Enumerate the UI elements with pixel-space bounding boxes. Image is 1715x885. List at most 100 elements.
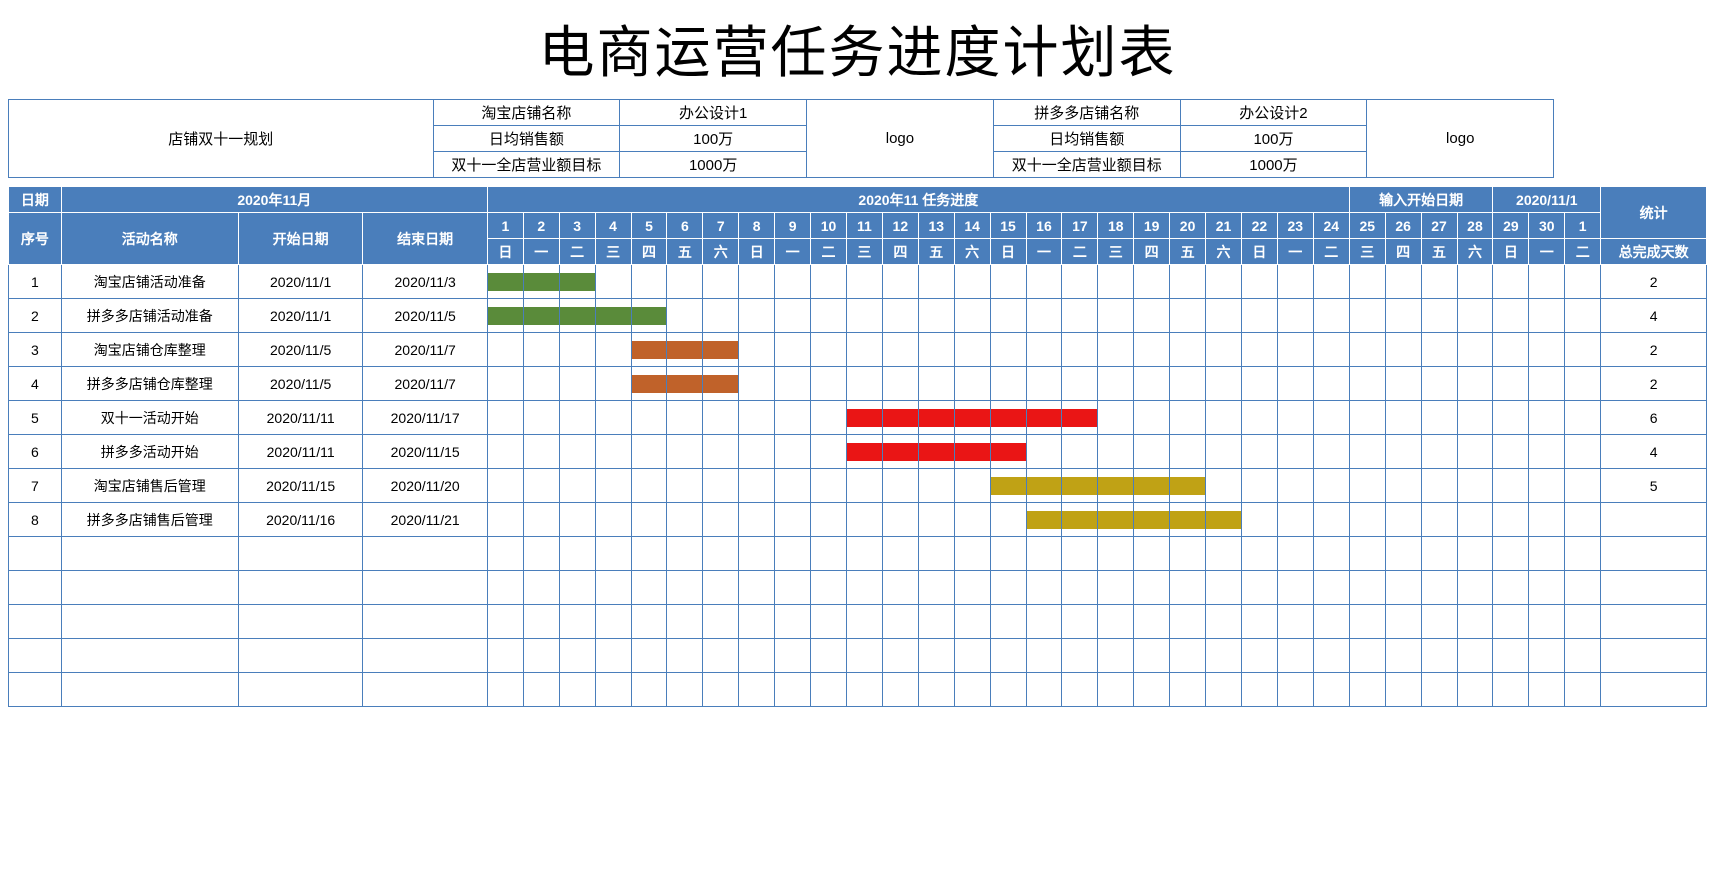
gantt-cell bbox=[523, 367, 559, 401]
task-start: 2020/11/16 bbox=[238, 503, 363, 537]
gantt-cell bbox=[1170, 333, 1206, 367]
gantt-cell bbox=[1349, 265, 1385, 299]
gantt-cell bbox=[667, 299, 703, 333]
start-date-value[interactable]: 2020/11/1 bbox=[1493, 187, 1601, 213]
gantt-cell bbox=[1062, 401, 1098, 435]
gantt-cell bbox=[1565, 639, 1601, 673]
gantt-cell bbox=[1457, 537, 1493, 571]
gantt-cell bbox=[1529, 299, 1565, 333]
gantt-cell bbox=[1349, 469, 1385, 503]
task-days bbox=[1601, 537, 1707, 571]
gantt-cell bbox=[631, 367, 667, 401]
gantt-cell bbox=[703, 503, 739, 537]
gantt-cell bbox=[846, 401, 882, 435]
gantt-cell bbox=[882, 605, 918, 639]
gantt-cell bbox=[1062, 299, 1098, 333]
gantt-cell bbox=[918, 401, 954, 435]
gantt-cell bbox=[487, 367, 523, 401]
gantt-cell bbox=[1313, 673, 1349, 707]
gantt-cell bbox=[811, 571, 847, 605]
gantt-cell bbox=[595, 367, 631, 401]
task-name: 拼多多店铺活动准备 bbox=[61, 299, 238, 333]
gantt-cell bbox=[487, 673, 523, 707]
gantt-cell bbox=[1457, 673, 1493, 707]
gantt-bar bbox=[632, 341, 667, 359]
gantt-cell bbox=[667, 537, 703, 571]
gantt-cell bbox=[1170, 639, 1206, 673]
task-start bbox=[238, 639, 363, 673]
task-end: 2020/11/17 bbox=[363, 401, 488, 435]
gantt-cell bbox=[667, 503, 703, 537]
date-header: 日期 bbox=[9, 187, 62, 213]
day-num-header: 5 bbox=[631, 213, 667, 239]
day-num-header: 27 bbox=[1421, 213, 1457, 239]
gantt-cell bbox=[1098, 265, 1134, 299]
task-seq: 5 bbox=[9, 401, 62, 435]
shop1-avg-label: 日均销售额 bbox=[433, 126, 620, 152]
day-num-header: 26 bbox=[1385, 213, 1421, 239]
gantt-cell bbox=[739, 265, 775, 299]
gantt-cell bbox=[1098, 537, 1134, 571]
gantt-bar bbox=[1206, 511, 1241, 529]
gantt-cell bbox=[1098, 299, 1134, 333]
gantt-cell bbox=[1134, 333, 1170, 367]
gantt-cell bbox=[1313, 537, 1349, 571]
gantt-cell bbox=[1241, 537, 1277, 571]
gantt-cell bbox=[1493, 605, 1529, 639]
gantt-cell bbox=[1529, 639, 1565, 673]
gantt-cell bbox=[1493, 265, 1529, 299]
gantt-cell bbox=[1493, 571, 1529, 605]
gantt-cell bbox=[523, 537, 559, 571]
weekday-header: 三 bbox=[1349, 239, 1385, 265]
gantt-cell bbox=[703, 333, 739, 367]
day-num-header: 23 bbox=[1277, 213, 1313, 239]
gantt-cell bbox=[1457, 367, 1493, 401]
gantt-cell bbox=[1241, 469, 1277, 503]
gantt-bar bbox=[1027, 477, 1062, 495]
gantt-cell bbox=[1421, 537, 1457, 571]
gantt-cell bbox=[775, 571, 811, 605]
gantt-cell bbox=[990, 333, 1026, 367]
gantt-cell bbox=[1385, 367, 1421, 401]
task-end bbox=[363, 605, 488, 639]
task-name: 淘宝店铺活动准备 bbox=[61, 265, 238, 299]
gantt-cell bbox=[1565, 401, 1601, 435]
weekday-header: 四 bbox=[1134, 239, 1170, 265]
gantt-cell bbox=[918, 605, 954, 639]
gantt-bar bbox=[883, 443, 918, 461]
gantt-cell bbox=[523, 605, 559, 639]
day-num-header: 1 bbox=[1565, 213, 1601, 239]
gantt-cell bbox=[1493, 673, 1529, 707]
gantt-cell bbox=[1457, 605, 1493, 639]
gantt-cell bbox=[703, 469, 739, 503]
gantt-cell bbox=[1134, 367, 1170, 401]
gantt-cell bbox=[523, 333, 559, 367]
weekday-header: 五 bbox=[918, 239, 954, 265]
gantt-cell bbox=[1349, 333, 1385, 367]
gantt-cell bbox=[811, 469, 847, 503]
weekday-header: 四 bbox=[1385, 239, 1421, 265]
gantt-cell bbox=[1457, 435, 1493, 469]
gantt-cell bbox=[1098, 401, 1134, 435]
gantt-cell bbox=[1241, 435, 1277, 469]
gantt-cell bbox=[1062, 503, 1098, 537]
gantt-cell bbox=[595, 401, 631, 435]
gantt-cell bbox=[1134, 571, 1170, 605]
gantt-cell bbox=[1421, 401, 1457, 435]
gantt-cell bbox=[1026, 639, 1062, 673]
gantt-cell bbox=[1313, 265, 1349, 299]
gantt-cell bbox=[487, 469, 523, 503]
gantt-cell bbox=[1134, 503, 1170, 537]
gantt-cell bbox=[1493, 435, 1529, 469]
day-num-header: 9 bbox=[775, 213, 811, 239]
gantt-bar bbox=[1062, 477, 1097, 495]
gantt-cell bbox=[1349, 367, 1385, 401]
gantt-cell bbox=[1241, 503, 1277, 537]
gantt-cell bbox=[1385, 469, 1421, 503]
gantt-cell bbox=[1349, 435, 1385, 469]
gantt-cell bbox=[1241, 265, 1277, 299]
gantt-cell bbox=[1206, 333, 1242, 367]
gantt-cell bbox=[811, 673, 847, 707]
gantt-cell bbox=[1026, 333, 1062, 367]
gantt-cell bbox=[1313, 639, 1349, 673]
